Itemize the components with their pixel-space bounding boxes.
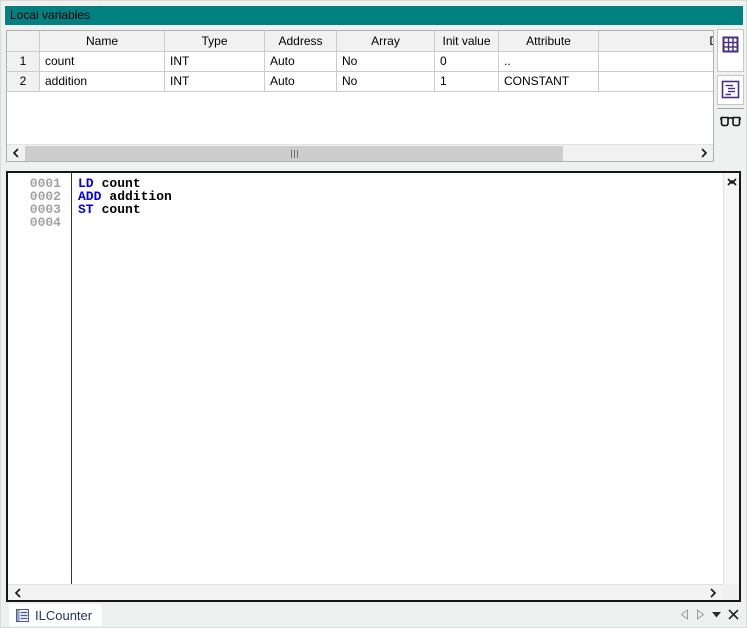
document-tab-bar: ILCounter bbox=[1, 600, 746, 627]
scrollbar-grip-icon bbox=[297, 150, 298, 158]
column-header-attribute[interactable]: Attribute bbox=[499, 31, 599, 52]
code-line[interactable]: 0004 bbox=[8, 216, 723, 229]
table-row[interactable]: 2 addition INT Auto No 1 CONSTANT bbox=[7, 72, 713, 92]
il-code-editor[interactable]: 0001 LDcount 0002 ADDaddition 0003 STcou… bbox=[6, 171, 741, 602]
chevron-left-icon bbox=[14, 588, 22, 598]
cell-type[interactable]: INT bbox=[165, 72, 265, 92]
editor-hscrollbar[interactable] bbox=[8, 584, 723, 600]
scroll-right-button[interactable] bbox=[705, 585, 721, 601]
column-header-name[interactable]: Name bbox=[40, 31, 165, 52]
panel-title: Local variables bbox=[4, 5, 744, 26]
cell-init-value[interactable]: 1 bbox=[435, 72, 499, 92]
scrollbar-thumb[interactable] bbox=[25, 146, 563, 161]
cell-name[interactable]: addition bbox=[40, 72, 165, 92]
chevron-left-icon bbox=[12, 148, 20, 158]
chevron-down-icon bbox=[727, 177, 737, 185]
table-grid-icon bbox=[722, 36, 739, 53]
cell-description[interactable] bbox=[599, 52, 713, 72]
editor-vscrollbar[interactable] bbox=[723, 173, 739, 584]
il-program-icon bbox=[16, 609, 29, 622]
scroll-down-button[interactable] bbox=[724, 173, 740, 189]
cell-array[interactable]: No bbox=[337, 72, 435, 92]
column-header-array[interactable]: Array bbox=[337, 31, 435, 52]
tab-scroll-left-button[interactable] bbox=[680, 609, 689, 620]
column-header-rownum[interactable] bbox=[7, 31, 40, 52]
column-header-address[interactable]: Address bbox=[265, 31, 337, 52]
tab-ilcounter[interactable]: ILCounter bbox=[9, 604, 102, 626]
clipped-header-text: D bbox=[709, 31, 713, 51]
cell-attribute[interactable]: CONSTANT bbox=[499, 72, 599, 92]
tab-close-button[interactable] bbox=[728, 609, 739, 620]
find-button[interactable] bbox=[717, 108, 744, 138]
code-line[interactable]: 0003 STcount bbox=[8, 203, 723, 216]
code-area[interactable]: 0001 LDcount 0002 ADDaddition 0003 STcou… bbox=[8, 173, 723, 584]
gutter-separator bbox=[71, 173, 72, 584]
code-text bbox=[68, 216, 78, 229]
scroll-left-button[interactable] bbox=[10, 585, 26, 601]
variables-table: Name Type Address Array Init value Attri… bbox=[6, 30, 714, 162]
column-header-type[interactable]: Type bbox=[165, 31, 265, 52]
triangle-left-icon bbox=[680, 609, 689, 620]
scroll-left-button[interactable] bbox=[8, 145, 24, 161]
cell-name[interactable]: count bbox=[40, 52, 165, 72]
column-header-init-value[interactable]: Init value bbox=[435, 31, 499, 52]
chevron-right-icon bbox=[700, 148, 708, 158]
tab-label: ILCounter bbox=[35, 608, 92, 623]
table-hscrollbar[interactable] bbox=[7, 144, 713, 161]
local-variables-panel: Local variables Name Type Address Array … bbox=[0, 0, 747, 628]
column-header-clipped[interactable]: D bbox=[599, 31, 713, 52]
cell-array[interactable]: No bbox=[337, 52, 435, 72]
tab-scroll-right-button[interactable] bbox=[696, 609, 705, 620]
scroll-right-button[interactable] bbox=[696, 145, 712, 161]
cell-address[interactable]: Auto bbox=[265, 52, 337, 72]
chevron-right-icon bbox=[709, 588, 717, 598]
cell-type[interactable]: INT bbox=[165, 52, 265, 72]
cell-description[interactable] bbox=[599, 72, 713, 92]
cell-attribute[interactable]: .. bbox=[499, 52, 599, 72]
cell-address[interactable]: Auto bbox=[265, 72, 337, 92]
scrollbar-grip-icon bbox=[291, 150, 292, 158]
row-number-cell[interactable]: 1 bbox=[7, 52, 40, 72]
scrollbar-grip-icon bbox=[294, 150, 295, 158]
triangle-right-icon bbox=[696, 609, 705, 620]
tab-list-button[interactable] bbox=[712, 612, 721, 618]
comment-view-button[interactable] bbox=[717, 75, 744, 105]
document-lines-icon bbox=[721, 80, 740, 99]
table-row[interactable]: 1 count INT Auto No 0 .. bbox=[7, 52, 713, 72]
side-toolbar bbox=[717, 29, 744, 138]
scrollbar-corner bbox=[723, 584, 739, 600]
close-icon bbox=[728, 609, 739, 620]
triangle-down-icon bbox=[712, 612, 721, 618]
table-header-row: Name Type Address Array Init value Attri… bbox=[7, 31, 713, 52]
row-number-cell[interactable]: 2 bbox=[7, 72, 40, 92]
table-view-button[interactable] bbox=[717, 29, 744, 72]
line-number: 0004 bbox=[8, 216, 68, 229]
eyeglasses-icon bbox=[720, 116, 741, 127]
code-text: STcount bbox=[68, 203, 141, 216]
cell-init-value[interactable]: 0 bbox=[435, 52, 499, 72]
tab-navigation bbox=[680, 609, 739, 620]
